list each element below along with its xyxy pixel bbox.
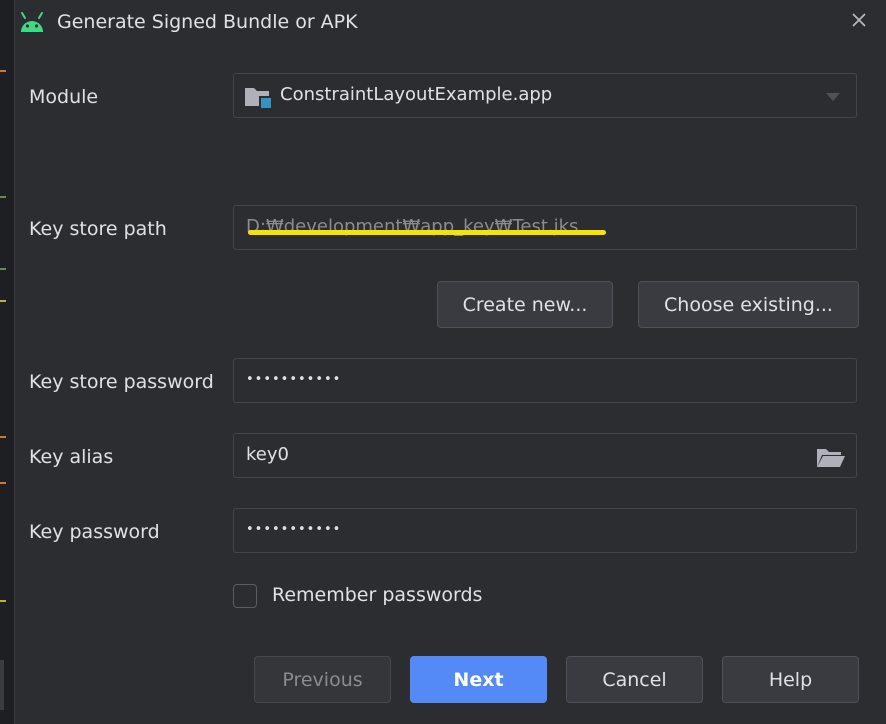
module-value: ConstraintLayoutExample.app	[280, 84, 553, 105]
android-icon	[21, 12, 43, 32]
module-label: Module	[29, 86, 99, 108]
key-password-value: •••••••••••	[246, 522, 342, 537]
next-button[interactable]: Next	[410, 656, 547, 703]
cancel-button[interactable]: Cancel	[566, 656, 703, 703]
dialog-title: Generate Signed Bundle or APK	[57, 11, 358, 33]
key-store-path-input[interactable]: D:₩development₩app_key₩Test.jks	[233, 205, 857, 250]
key-password-label: Key password	[29, 521, 160, 543]
generate-signed-bundle-dialog: Generate Signed Bundle or APK Module Con…	[14, 0, 886, 724]
create-new-button[interactable]: Create new...	[437, 281, 613, 328]
editor-edge	[0, 0, 14, 724]
key-alias-input[interactable]: key0	[233, 433, 857, 478]
previous-button[interactable]: Previous	[254, 656, 391, 703]
close-icon[interactable]	[847, 8, 871, 32]
module-select[interactable]: ConstraintLayoutExample.app	[233, 73, 857, 118]
key-store-path-label: Key store path	[29, 218, 167, 240]
remember-passwords-checkbox[interactable]	[233, 584, 257, 608]
editor-edge-mark	[0, 268, 6, 270]
module-folder-icon	[245, 88, 271, 108]
key-alias-value: key0	[246, 444, 289, 465]
help-button[interactable]: Help	[722, 656, 859, 703]
key-store-password-input[interactable]: •••••••••••	[233, 358, 857, 403]
editor-edge-mark	[0, 436, 6, 438]
remember-passwords-label[interactable]: Remember passwords	[272, 584, 482, 606]
key-alias-label: Key alias	[29, 446, 114, 468]
key-store-password-value: •••••••••••	[246, 372, 342, 387]
choose-existing-button[interactable]: Choose existing...	[638, 281, 859, 328]
folder-open-icon[interactable]	[816, 446, 846, 468]
editor-edge-mark	[0, 70, 6, 72]
editor-edge-mark	[0, 600, 6, 602]
key-password-input[interactable]: •••••••••••	[233, 508, 857, 553]
editor-edge-mark	[0, 300, 6, 302]
editor-scrollbar[interactable]	[0, 660, 4, 710]
editor-edge-mark	[0, 196, 6, 198]
chevron-down-icon[interactable]	[826, 93, 840, 101]
dialog-titlebar: Generate Signed Bundle or APK	[15, 0, 886, 46]
highlight-mark	[248, 230, 606, 235]
editor-edge-mark	[0, 482, 6, 484]
key-store-password-label: Key store password	[29, 371, 214, 393]
